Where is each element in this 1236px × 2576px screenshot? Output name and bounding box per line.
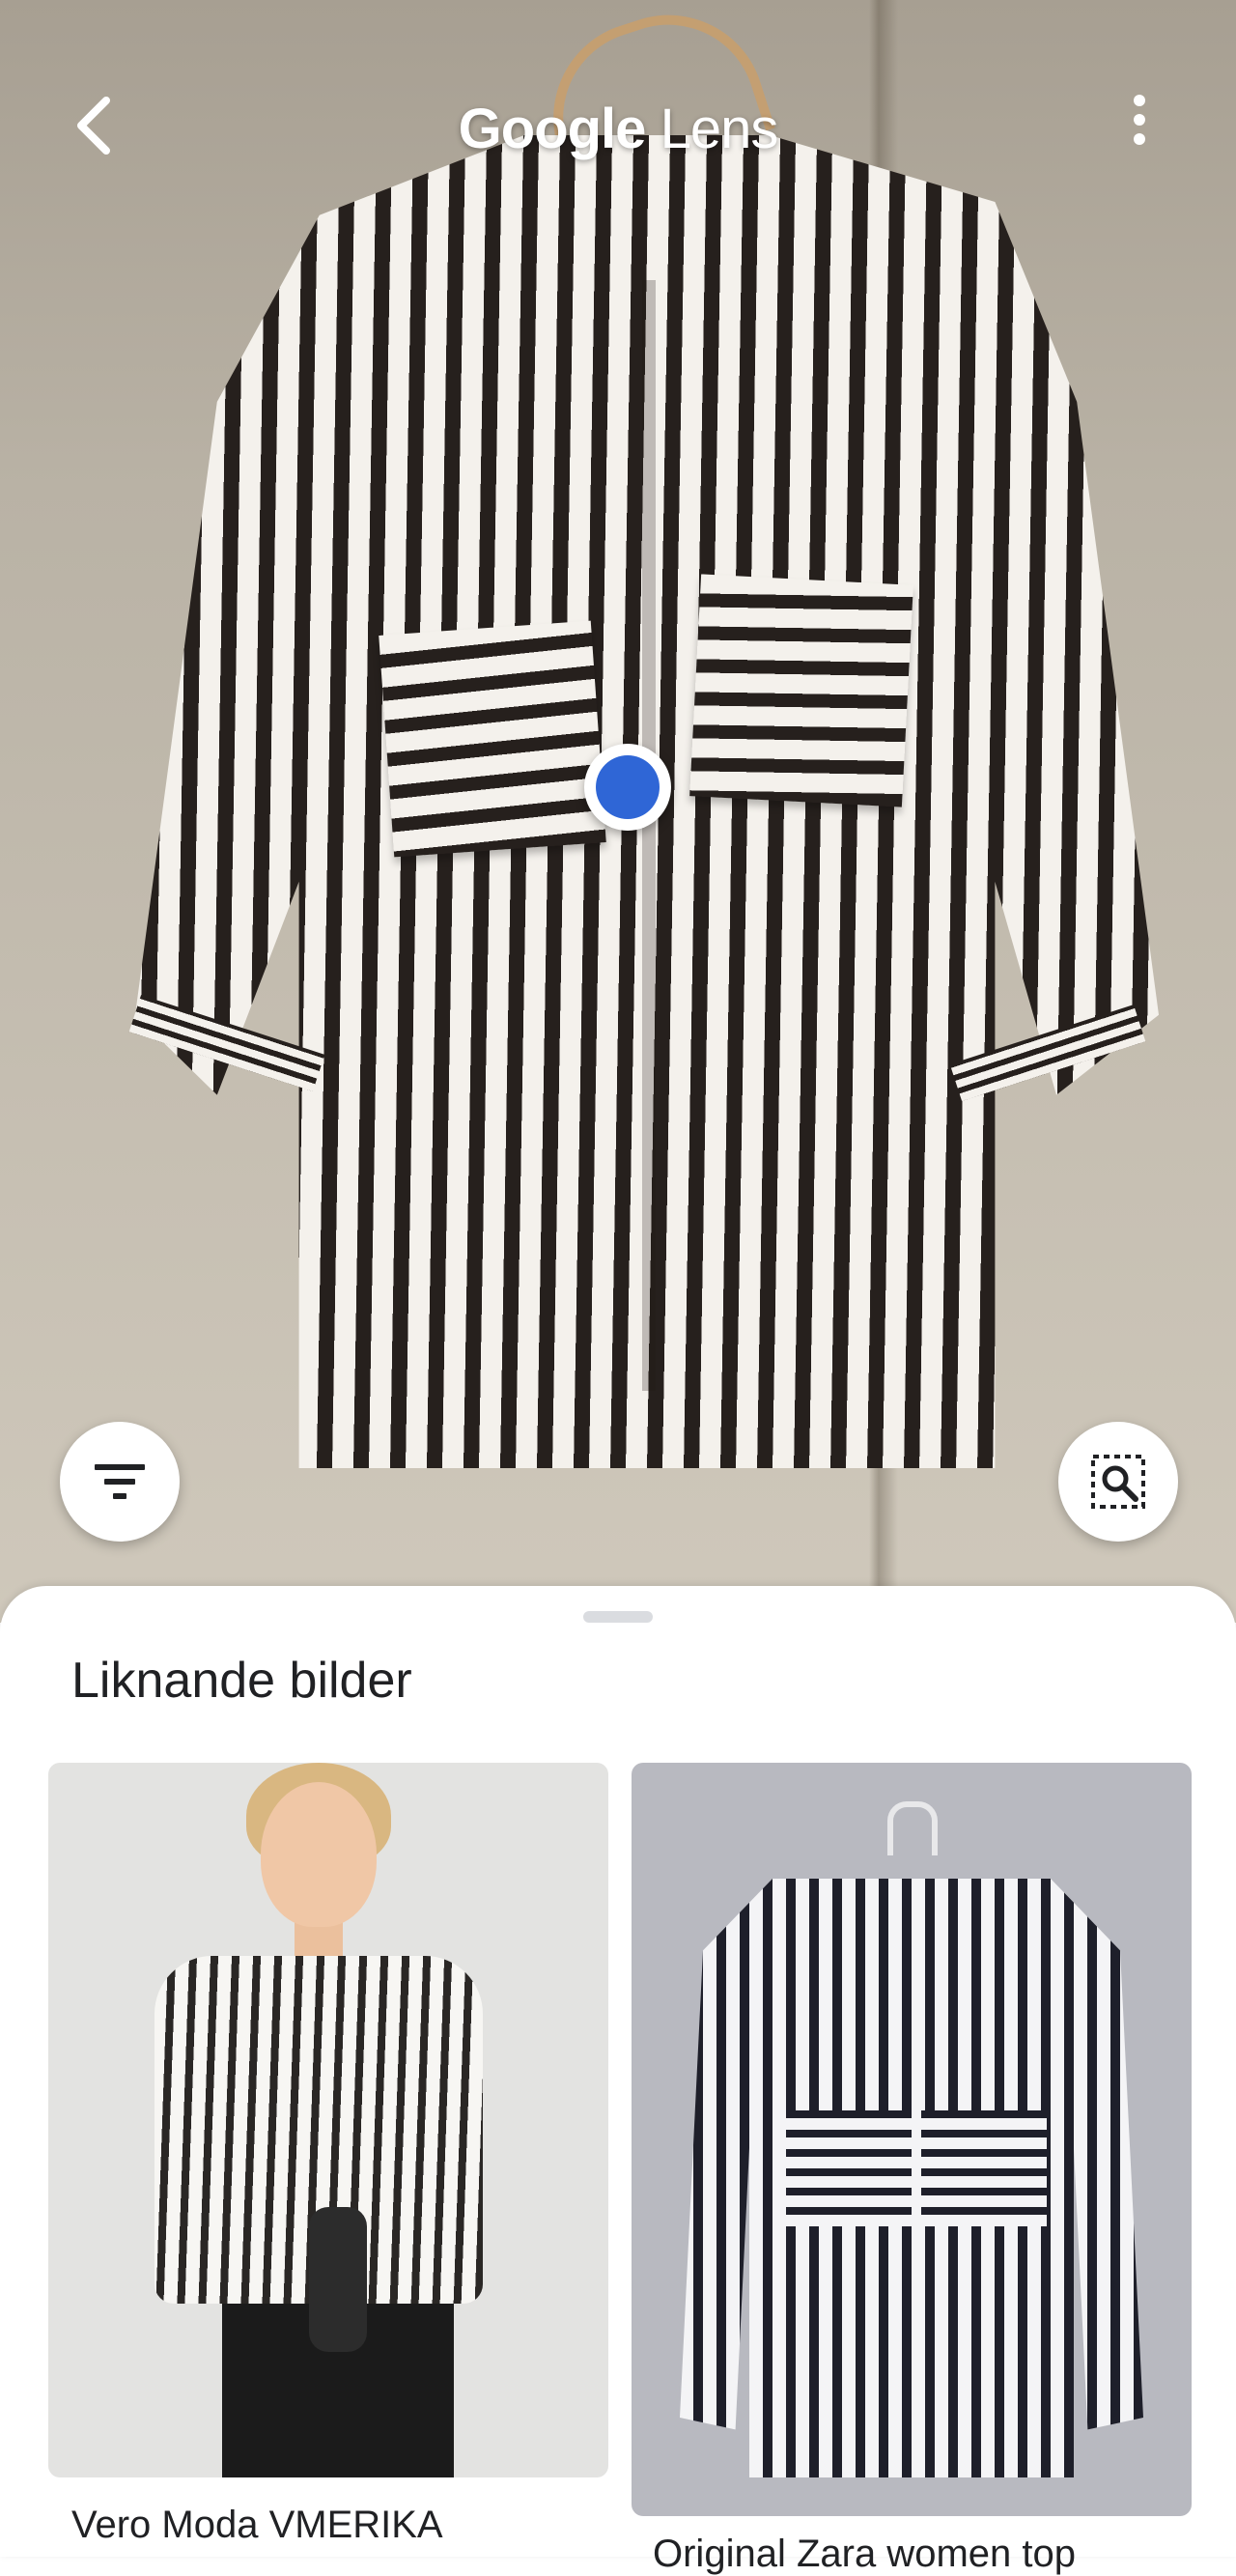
- title-brand: Google: [458, 98, 647, 160]
- search-region-button[interactable]: [1058, 1422, 1178, 1542]
- results-title: Liknande bilder: [71, 1653, 412, 1709]
- object-focus-dot[interactable]: [584, 744, 671, 831]
- more-vert-icon: [1134, 95, 1145, 106]
- title-product: Lens: [660, 98, 779, 160]
- hanger-image: [887, 1801, 938, 1855]
- image-search-icon: [1091, 1455, 1145, 1509]
- result-caption[interactable]: Vero Moda VMERIKA: [71, 2504, 443, 2547]
- model-photo: [261, 1782, 377, 1927]
- shirt-placket: [642, 280, 656, 1391]
- more-options-button[interactable]: [1110, 87, 1168, 164]
- pocket-left: [379, 620, 606, 858]
- filter-list-icon: [95, 1464, 145, 1499]
- filter-button[interactable]: [60, 1422, 180, 1542]
- result-card[interactable]: [632, 1763, 1192, 2516]
- shirt-photo: [680, 1879, 1143, 2477]
- app-title: Google Lens: [0, 97, 1236, 161]
- result-card[interactable]: [48, 1763, 608, 2477]
- top-bar: Google Lens: [0, 39, 1236, 212]
- sheet-drag-handle[interactable]: [583, 1611, 653, 1623]
- result-caption[interactable]: Original Zara women top: [653, 2533, 1076, 2576]
- pocket-right: [689, 574, 913, 807]
- results-sheet[interactable]: Liknande bilder: [0, 1586, 1236, 2557]
